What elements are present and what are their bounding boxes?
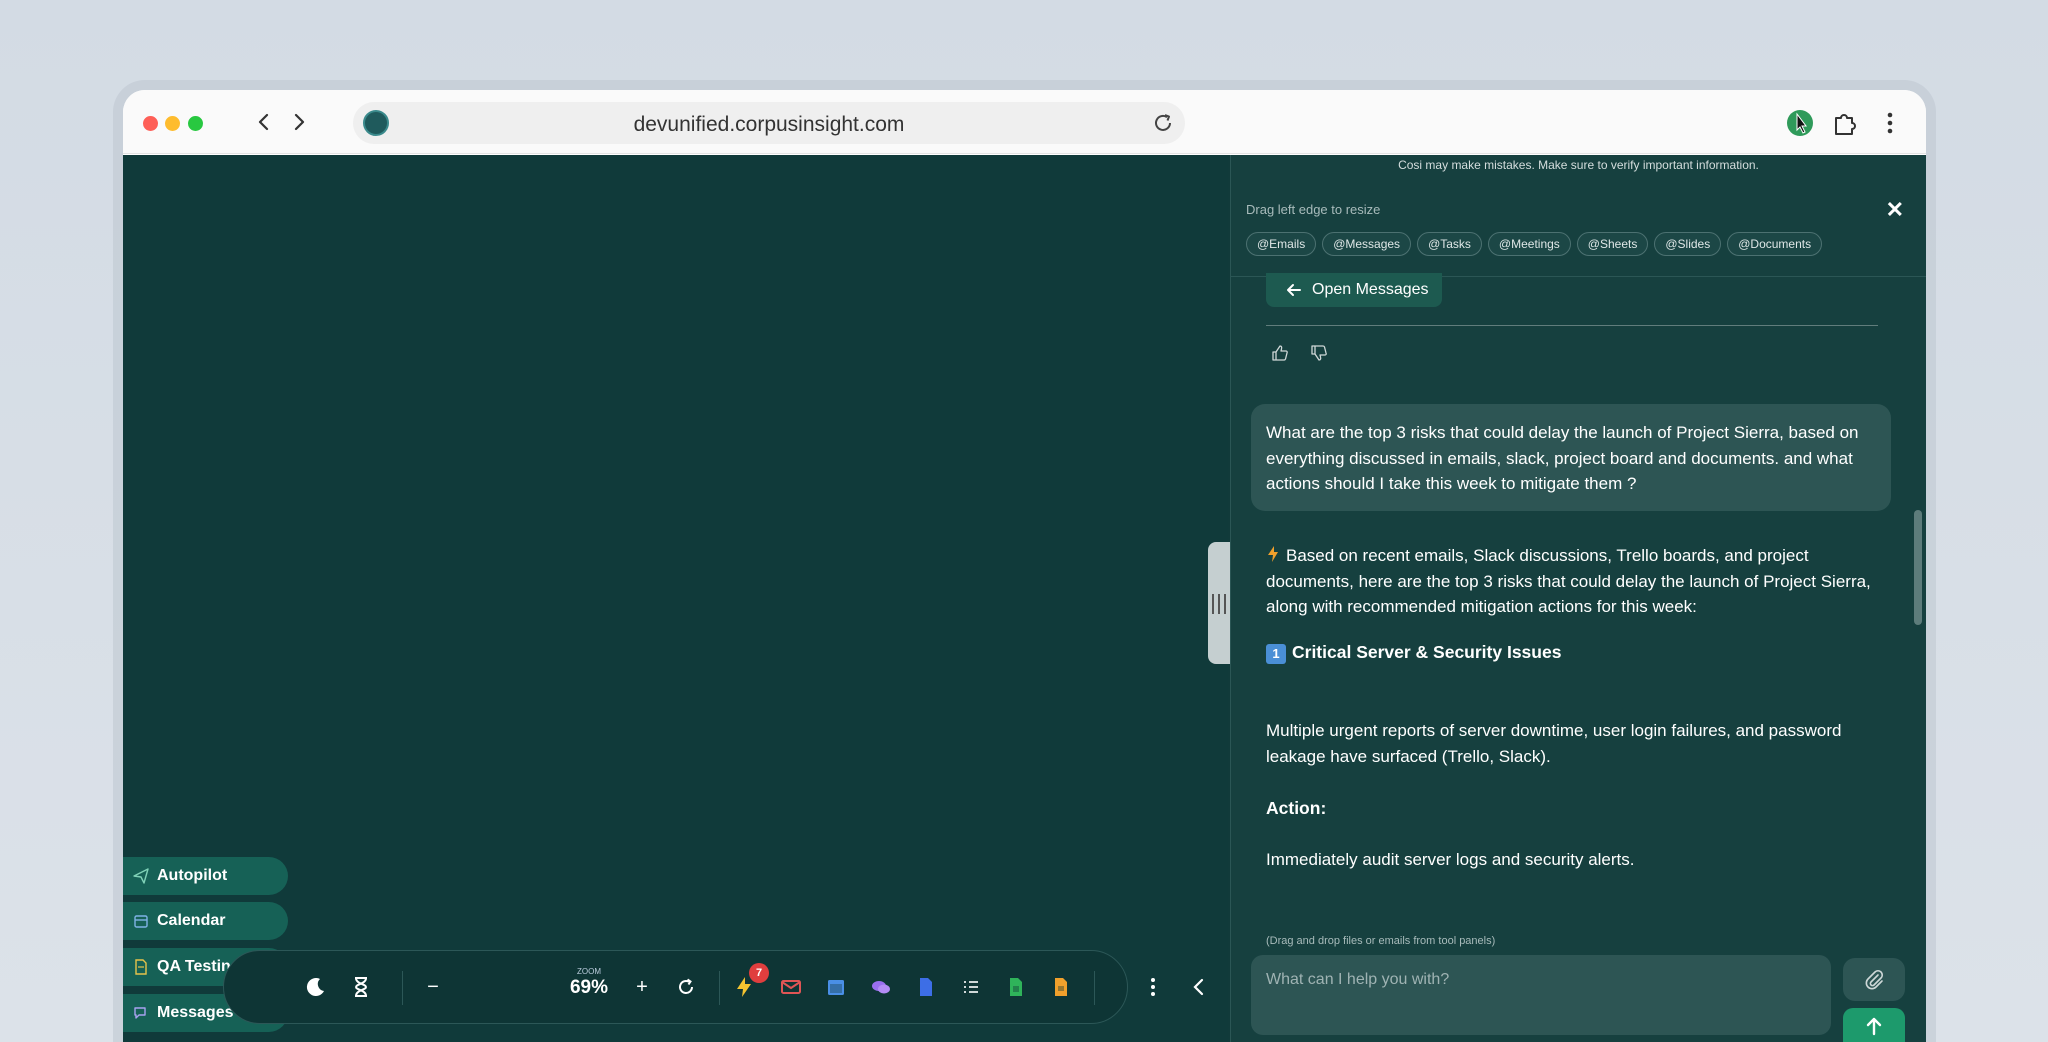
toolbar-divider xyxy=(402,971,403,1005)
paperclip-icon xyxy=(1865,969,1884,990)
send-icon xyxy=(133,868,149,884)
chat-input[interactable] xyxy=(1266,965,1806,995)
sidebar-item-label: Autopilot xyxy=(157,867,228,884)
bottom-toolbar: − ZOOM 69% + 7 xyxy=(223,950,1128,1024)
chip-sheets[interactable]: @Sheets xyxy=(1576,232,1649,256)
chip-documents[interactable]: @Documents xyxy=(1727,232,1823,256)
chat-icon[interactable] xyxy=(869,975,893,999)
reload-icon[interactable] xyxy=(1151,111,1175,135)
reset-zoom-icon[interactable] xyxy=(674,975,698,999)
chat-scrollbar[interactable] xyxy=(1914,510,1922,625)
sheets-icon[interactable] xyxy=(1004,975,1028,999)
thumbs-down-icon[interactable] xyxy=(1310,344,1328,362)
drag-resize-hint: Drag left edge to resize xyxy=(1246,202,1381,217)
forward-icon[interactable] xyxy=(285,108,313,136)
moon-icon[interactable] xyxy=(304,975,328,999)
browser-toolbar: devunified.corpusinsight.com xyxy=(123,90,1926,154)
mention-chips: @Emails @Messages @Tasks @Meetings @Shee… xyxy=(1246,232,1823,256)
back-icon[interactable] xyxy=(250,108,278,136)
chip-slides[interactable]: @Slides xyxy=(1654,232,1722,256)
chip-tasks[interactable]: @Tasks xyxy=(1417,232,1482,256)
toolbar-divider xyxy=(719,971,720,1005)
lightning-icon xyxy=(1268,546,1278,562)
document-icon xyxy=(135,959,147,975)
chip-messages[interactable]: @Messages xyxy=(1322,232,1412,256)
open-messages-button[interactable]: Open Messages xyxy=(1266,273,1442,307)
profile-avatar-icon[interactable] xyxy=(1785,108,1815,138)
email-icon[interactable] xyxy=(779,975,803,999)
disclaimer-text: Cosi may make mistakes. Make sure to ver… xyxy=(1398,158,1759,172)
address-bar[interactable]: devunified.corpusinsight.com xyxy=(353,102,1185,144)
task-list-icon[interactable] xyxy=(959,975,983,999)
send-button[interactable] xyxy=(1843,1008,1905,1042)
open-messages-label: Open Messages xyxy=(1312,281,1429,298)
document-icon[interactable] xyxy=(914,975,938,999)
message-divider xyxy=(1266,325,1878,326)
calendar-icon xyxy=(134,915,148,928)
notification-count-badge: 7 xyxy=(749,963,769,983)
attach-button[interactable] xyxy=(1843,958,1905,1001)
risk-heading: 1 Critical Server & Security Issues xyxy=(1266,640,1886,666)
risk-title: Critical Server & Security Issues xyxy=(1292,642,1562,662)
hourglass-icon[interactable] xyxy=(349,975,373,999)
assistant-panel: Cosi may make mistakes. Make sure to ver… xyxy=(1230,155,1926,1042)
browser-menu-icon[interactable] xyxy=(1875,108,1905,138)
slides-icon[interactable] xyxy=(1049,975,1073,999)
answer-intro-text: Based on recent emails, Slack discussion… xyxy=(1266,546,1871,616)
maximize-window-button[interactable] xyxy=(188,116,203,131)
arrow-up-icon xyxy=(1866,1017,1882,1036)
arrow-left-icon xyxy=(1287,284,1301,296)
zoom-value: 69% xyxy=(569,977,609,998)
chip-emails[interactable]: @Emails xyxy=(1246,232,1317,256)
extensions-puzzle-icon[interactable] xyxy=(1830,108,1860,138)
url-text[interactable]: devunified.corpusinsight.com xyxy=(353,113,1185,137)
more-options-icon[interactable] xyxy=(1141,975,1165,999)
workspace-canvas[interactable]: Autopilot Calendar QA Testin... Messages… xyxy=(123,155,1228,1042)
chat-icon xyxy=(134,1007,146,1019)
toolbar-divider xyxy=(1094,971,1095,1005)
action-label: Action: xyxy=(1266,798,1327,818)
drag-drop-hint: (Drag and drop files or emails from tool… xyxy=(1266,935,1496,947)
risk-description: Multiple urgent reports of server downti… xyxy=(1266,721,1842,766)
resize-handle[interactable] xyxy=(1208,542,1230,664)
close-window-button[interactable] xyxy=(143,116,158,131)
sidebar-item-calendar[interactable]: Calendar xyxy=(123,902,288,940)
action-text: Immediately audit server logs and securi… xyxy=(1266,850,1635,869)
sidebar-item-autopilot[interactable]: Autopilot xyxy=(123,857,288,895)
risk-number-badge: 1 xyxy=(1266,644,1286,664)
close-panel-button[interactable]: ✕ xyxy=(1886,197,1904,223)
calendar-icon[interactable] xyxy=(824,975,848,999)
chip-meetings[interactable]: @Meetings xyxy=(1487,232,1571,256)
page-viewport: Autopilot Calendar QA Testin... Messages… xyxy=(123,155,1926,1042)
zoom-label: ZOOM xyxy=(577,967,601,976)
collapse-chevron-icon[interactable] xyxy=(1187,975,1211,999)
sidebar-item-label: Messages xyxy=(157,1004,234,1021)
zoom-in-button[interactable]: + xyxy=(630,975,654,999)
zoom-out-button[interactable]: − xyxy=(421,975,445,999)
user-message-bubble: What are the top 3 risks that could dela… xyxy=(1251,404,1891,511)
browser-window: devunified.corpusinsight.com Autopilot C… xyxy=(123,90,1926,1042)
thumbs-up-icon[interactable] xyxy=(1271,344,1289,362)
minimize-window-button[interactable] xyxy=(165,116,180,131)
chat-input-box[interactable] xyxy=(1251,955,1831,1035)
assistant-answer-intro: Based on recent emails, Slack discussion… xyxy=(1266,543,1886,620)
sidebar-item-label: Calendar xyxy=(157,912,226,929)
